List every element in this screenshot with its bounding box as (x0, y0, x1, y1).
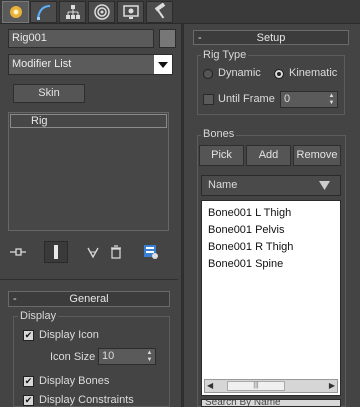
pick-button[interactable]: Pick (199, 145, 244, 166)
search-placeholder: Search By Name (205, 399, 281, 407)
display-bones-label: Display Bones (39, 375, 110, 387)
object-color-swatch[interactable] (159, 29, 176, 48)
scroll-left-icon[interactable]: ◀ (207, 381, 213, 390)
spinner-arrows-icon[interactable]: ▲ ▼ (145, 350, 154, 365)
setup-rollout-title: Setup (256, 32, 286, 44)
bones-list-header[interactable]: Name (201, 175, 341, 196)
list-item[interactable]: Bone001 Pelvis (202, 222, 340, 239)
name-column-header: Name (208, 179, 238, 191)
modify-tab[interactable] (30, 1, 57, 23)
make-unique-icon[interactable] (83, 243, 103, 261)
display-constraints-label: Display Constraints (39, 394, 134, 406)
scroll-right-icon[interactable]: ▶ (329, 381, 335, 390)
motion-icon (93, 4, 110, 20)
icon-size-label: Icon Size (50, 351, 96, 363)
hierarchy-tab[interactable] (59, 1, 86, 23)
display-icon-label: Display Icon (39, 329, 99, 341)
kinematic-radio[interactable] (274, 69, 284, 79)
list-item[interactable]: Bone001 L Thigh (202, 205, 340, 222)
collapse-icon: - (13, 293, 17, 305)
display-group-label: Display (18, 310, 59, 322)
modifier-list-value: Modifier List (12, 58, 72, 70)
configure-modifier-sets-icon[interactable] (141, 243, 161, 261)
display-icon (122, 5, 139, 19)
hammer-icon (154, 3, 165, 19)
create-icon (9, 6, 22, 18)
skin-button[interactable]: Skin (13, 84, 85, 103)
list-item[interactable]: Bone001 R Thigh (202, 239, 340, 256)
kinematic-label: Kinematic (289, 67, 338, 79)
icon-size-spinner[interactable]: 10 ▲ ▼ (98, 348, 156, 365)
hierarchy-icon (65, 5, 80, 19)
remove-modifier-icon[interactable] (106, 243, 126, 261)
list-item[interactable]: Bone001 Spine (202, 256, 340, 273)
modify-icon (36, 5, 50, 20)
panel-splitter[interactable] (181, 24, 184, 407)
until-frame-value: 0 (284, 93, 291, 105)
add-button[interactable]: Add (246, 145, 291, 166)
search-by-name-field[interactable]: Search By Name (201, 399, 341, 407)
display-icon-checkbox[interactable]: ✔ (23, 330, 34, 341)
dynamic-radio[interactable] (203, 69, 213, 79)
until-frame-checkbox[interactable] (203, 94, 214, 105)
motion-tab[interactable] (88, 1, 115, 23)
object-name-field[interactable]: Rig001 (8, 29, 154, 48)
spinner-arrows-icon[interactable]: ▲ ▼ (327, 93, 336, 108)
left-divider (0, 279, 178, 280)
icon-size-value: 10 (102, 350, 115, 362)
stack-item-label: Rig (31, 115, 48, 127)
scroll-thumb[interactable]: ||| (227, 381, 285, 391)
display-constraints-checkbox[interactable]: ✔ (23, 395, 34, 406)
general-rollout-header[interactable]: - General (8, 291, 170, 307)
utilities-tab[interactable] (146, 1, 173, 23)
setup-rollout-header[interactable]: - Setup (193, 30, 349, 45)
dynamic-label: Dynamic (218, 67, 261, 79)
remove-button[interactable]: Remove (293, 145, 341, 166)
command-panel-tabs (0, 0, 360, 24)
modifier-list-dropdown[interactable]: Modifier List (8, 54, 173, 75)
rig-type-label: Rig Type (201, 49, 249, 61)
modifier-stack: Rig (8, 112, 169, 231)
until-frame-spinner[interactable]: 0 ▲ ▼ (280, 91, 338, 108)
show-end-result-icon[interactable] (44, 241, 68, 263)
sort-down-icon[interactable] (319, 181, 330, 193)
chevron-down-icon (154, 55, 172, 74)
until-frame-label: Until Frame (218, 93, 275, 105)
stack-item-rig[interactable]: Rig (10, 114, 167, 128)
display-tab[interactable] (117, 1, 144, 23)
collapse-icon: - (198, 32, 202, 44)
create-tab[interactable] (2, 1, 29, 23)
display-bones-checkbox[interactable]: ✔ (23, 376, 34, 387)
pin-stack-icon[interactable] (8, 243, 28, 261)
bones-group-label: Bones (201, 128, 237, 140)
bones-list: Bone001 L Thigh Bone001 Pelvis Bone001 R… (201, 200, 341, 396)
horizontal-scrollbar[interactable]: ◀ ||| ▶ (204, 379, 338, 393)
general-rollout-title: General (69, 293, 109, 305)
